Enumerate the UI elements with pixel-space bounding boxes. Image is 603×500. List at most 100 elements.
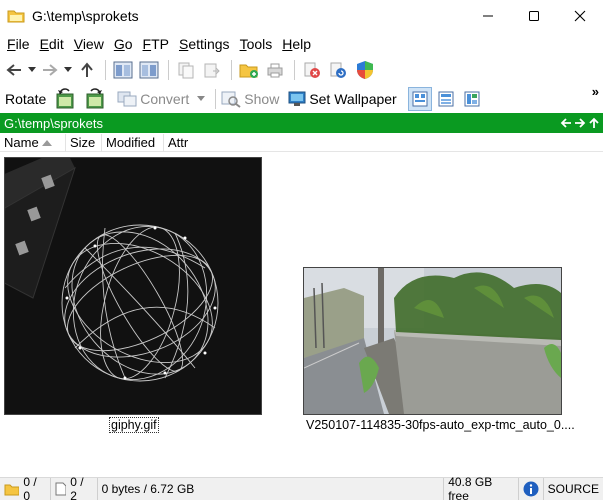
- status-free-space: 40.8 GB free: [444, 475, 519, 500]
- maximize-button[interactable]: [511, 0, 557, 32]
- close-icon: [574, 10, 586, 22]
- details-view-icon: [438, 91, 454, 107]
- view-pane-left-button[interactable]: [111, 58, 135, 82]
- column-modified[interactable]: Modified: [102, 133, 164, 152]
- menu-file[interactable]: File: [2, 33, 35, 55]
- menu-help[interactable]: Help: [277, 33, 316, 55]
- delete-icon: [304, 62, 320, 78]
- column-name[interactable]: Name: [0, 133, 66, 152]
- toolbar-separator: [294, 60, 295, 80]
- navigation-toolbar: [0, 57, 603, 83]
- show-button[interactable]: Show: [221, 87, 282, 111]
- minimize-button[interactable]: [465, 0, 511, 32]
- image-toolbar: Rotate Convert Show Set Wallpaper: [0, 86, 603, 112]
- menu-view[interactable]: View: [69, 33, 109, 55]
- thumbnail-video[interactable]: [303, 267, 562, 415]
- menu-edit[interactable]: Edit: [35, 33, 69, 55]
- up-arrow-icon: [81, 62, 93, 77]
- print-button[interactable]: [263, 58, 287, 82]
- column-size[interactable]: Size: [66, 133, 102, 152]
- file-icon: [55, 482, 67, 496]
- copy-icon: [178, 62, 194, 79]
- forward-arrow-icon: [43, 64, 58, 76]
- back-button[interactable]: [4, 58, 24, 82]
- status-files: 0 / 2: [51, 475, 98, 500]
- wallpaper-icon: [288, 91, 306, 106]
- sphere-animation-image: [0, 148, 261, 414]
- folder-app-icon: [7, 8, 25, 24]
- copy-button[interactable]: [174, 58, 198, 82]
- status-pane-source: SOURCE: [547, 482, 599, 496]
- title-bar: G:\temp\sprokets: [0, 0, 603, 32]
- list-view-icon: [464, 91, 480, 107]
- menu-go[interactable]: Go: [109, 33, 138, 55]
- move-icon: [204, 63, 220, 78]
- view-list-button[interactable]: [460, 87, 484, 111]
- convert-icon: [117, 91, 137, 107]
- current-path: G:\temp\sprokets: [4, 115, 103, 131]
- thumbnail-view-icon: [412, 91, 428, 107]
- column-header-row: Name Size Modified Attr: [0, 133, 603, 152]
- dual-pane-icon: [113, 61, 133, 79]
- minimize-icon: [483, 15, 493, 17]
- view-details-button[interactable]: [434, 87, 458, 111]
- new-folder-button[interactable]: [237, 58, 261, 82]
- toolbar-separator: [105, 60, 106, 80]
- menu-ftp[interactable]: FTP: [138, 33, 174, 55]
- print-icon: [267, 63, 283, 78]
- rotate-right-button[interactable]: [81, 87, 109, 111]
- rotate-left-button[interactable]: [51, 87, 79, 111]
- status-bar: 0 / 0 0 / 2 0 bytes / 6.72 GB 40.8 GB fr…: [0, 475, 603, 500]
- rotate-left-icon: [56, 88, 74, 109]
- security-button[interactable]: [352, 58, 378, 82]
- menu-settings[interactable]: Settings: [174, 33, 235, 55]
- toolbar-separator: [231, 60, 232, 80]
- close-button[interactable]: [557, 0, 603, 32]
- dropdown-triangle-icon: [64, 67, 72, 72]
- status-folders: 0 / 0: [0, 475, 51, 500]
- sort-ascending-icon: [42, 139, 52, 146]
- path-forward-icon[interactable]: [574, 117, 586, 129]
- move-button[interactable]: [200, 58, 224, 82]
- status-info[interactable]: [519, 477, 544, 500]
- file-view[interactable]: giphy.gif V250107-114835-30fps-auto_exp-…: [0, 148, 603, 474]
- convert-dropdown[interactable]: [194, 87, 208, 111]
- thumbnail-giphy[interactable]: [0, 148, 262, 415]
- back-arrow-icon: [6, 64, 21, 76]
- path-up-icon[interactable]: [588, 117, 600, 129]
- dropdown-triangle-icon: [197, 96, 206, 101]
- menu-bar: File Edit View Go FTP Settings Tools Hel…: [0, 33, 603, 55]
- file-name-video[interactable]: V250107-114835-30fps-auto_exp-tmc_auto_0…: [306, 418, 575, 432]
- toolbar-separator: [215, 89, 217, 109]
- folder-icon: [4, 484, 20, 495]
- convert-button[interactable]: Convert: [117, 87, 192, 111]
- up-button[interactable]: [76, 58, 98, 82]
- path-bar[interactable]: G:\temp\sprokets: [0, 113, 603, 133]
- back-dropdown[interactable]: [26, 58, 38, 82]
- forward-button[interactable]: [40, 58, 60, 82]
- path-back-icon[interactable]: [560, 117, 572, 129]
- set-wallpaper-button[interactable]: Set Wallpaper: [288, 87, 399, 111]
- refresh-button[interactable]: [326, 58, 350, 82]
- info-icon: [523, 481, 539, 497]
- view-pane-right-button[interactable]: [137, 58, 161, 82]
- magnifier-icon: [221, 91, 241, 108]
- rotate-button[interactable]: Rotate: [2, 87, 49, 111]
- status-bytes: 0 bytes / 6.72 GB: [98, 477, 445, 500]
- column-attr[interactable]: Attr: [164, 134, 196, 152]
- refresh-icon: [330, 62, 346, 78]
- toolbar-overflow-chevron[interactable]: »: [592, 84, 599, 99]
- new-folder-icon: [239, 64, 258, 78]
- maximize-icon: [529, 11, 539, 21]
- window-title: G:\temp\sprokets: [32, 8, 139, 24]
- menu-tools[interactable]: Tools: [235, 33, 278, 55]
- street-photo-image: [303, 268, 561, 414]
- dual-pane-icon: [139, 61, 159, 79]
- rotate-right-icon: [86, 88, 104, 109]
- forward-dropdown[interactable]: [62, 58, 74, 82]
- delete-button[interactable]: [300, 58, 324, 82]
- file-name-giphy[interactable]: giphy.gif: [109, 417, 159, 433]
- view-thumbnails-button[interactable]: [407, 87, 432, 111]
- shield-icon: [357, 61, 373, 79]
- dropdown-triangle-icon: [28, 67, 36, 72]
